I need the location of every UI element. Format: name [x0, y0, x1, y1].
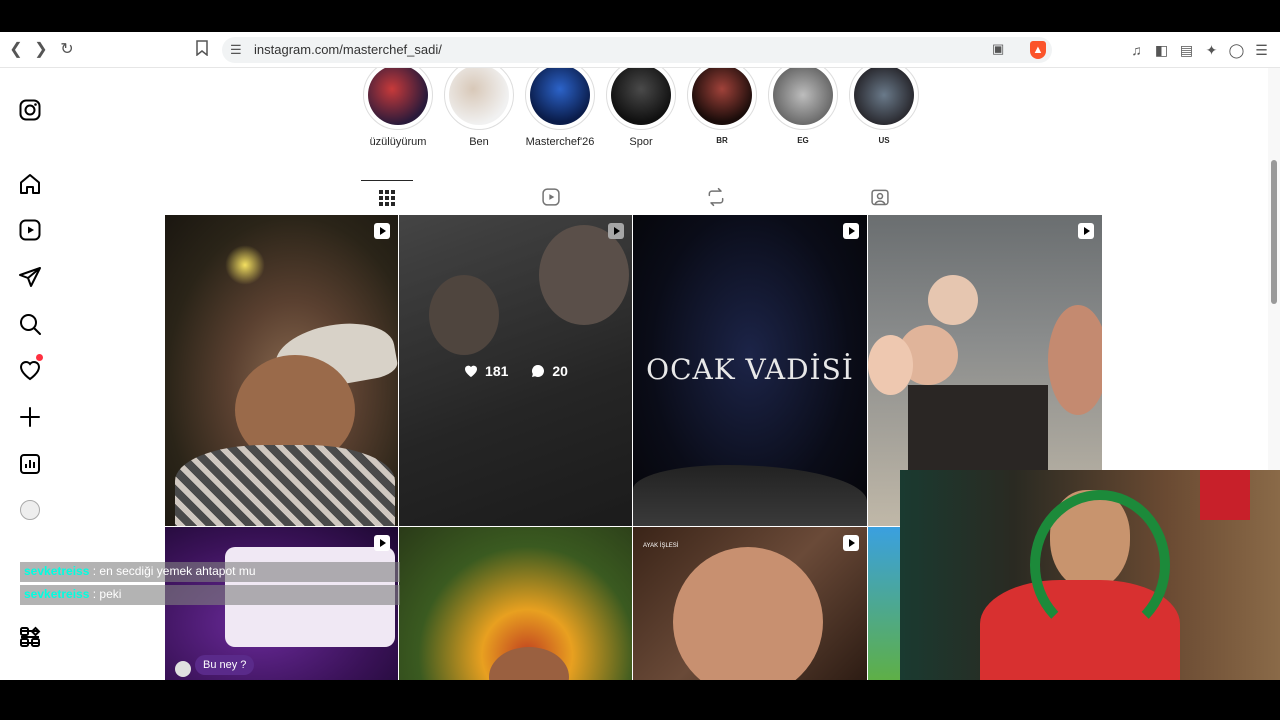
- tab-reposts[interactable]: [690, 180, 742, 214]
- notifications-heart-icon[interactable]: [18, 354, 43, 382]
- heart-icon: [465, 365, 478, 377]
- vpn-icon[interactable]: ◯: [1228, 40, 1245, 60]
- post-caption-text: AYAK İŞLESİ: [643, 543, 679, 549]
- wallet-icon[interactable]: ▤: [1178, 40, 1195, 60]
- cast-icon[interactable]: ▣: [992, 41, 1004, 57]
- brave-shield-icon[interactable]: ▲: [1030, 41, 1046, 59]
- notification-dot: [36, 354, 43, 361]
- post-hover-stats: 181 20: [399, 215, 632, 526]
- address-bar[interactable]: ☰ instagram.com/masterchef_sadi/ ▣ ▲: [222, 37, 1052, 63]
- chat-message: sevketreiss : peki: [20, 585, 400, 605]
- threads-apps-icon[interactable]: [18, 625, 42, 649]
- highlight-thumbnail: [773, 68, 833, 125]
- url-text: instagram.com/masterchef_sadi/: [254, 42, 442, 57]
- highlight-label: US: [878, 136, 890, 145]
- reel-icon: [374, 535, 390, 551]
- reel-icon: [843, 535, 859, 551]
- instagram-logo-icon[interactable]: [18, 98, 42, 122]
- post-tile[interactable]: 181 20: [399, 215, 632, 526]
- highlight-thumbnail: [611, 68, 671, 125]
- dashboard-icon[interactable]: [18, 452, 42, 476]
- drawing-bubble-text: Bu ney ?: [195, 655, 255, 675]
- reload-icon[interactable]: ↻: [57, 40, 77, 60]
- reels-icon[interactable]: [18, 218, 42, 242]
- sidebar-toggle-icon[interactable]: ◧: [1153, 40, 1170, 60]
- leo-ai-icon[interactable]: ✦: [1203, 40, 1220, 60]
- post-tile[interactable]: [399, 527, 632, 680]
- media-icon[interactable]: ♫: [1128, 40, 1145, 60]
- screen-bottom-border: [0, 680, 1280, 720]
- likes-count: 181: [463, 363, 508, 379]
- browser-toolbar: ❮ ❯ ↻ ☰ instagram.com/masterchef_sadi/ ▣…: [0, 32, 1280, 68]
- post-tile[interactable]: AYAK İŞLESİ: [633, 527, 867, 680]
- post-title-text: OCAK VADİSİ: [646, 353, 854, 386]
- highlight-item[interactable]: EG: [768, 68, 838, 145]
- search-icon[interactable]: [18, 312, 42, 336]
- reel-icon: [1078, 223, 1094, 239]
- comments-count: 20: [530, 363, 568, 379]
- reel-icon: [843, 223, 859, 239]
- messages-icon[interactable]: [18, 265, 42, 289]
- tab-tagged[interactable]: [854, 180, 906, 214]
- highlight-label: Spor: [629, 136, 653, 148]
- home-icon[interactable]: [18, 172, 42, 196]
- reels-tab-icon: [542, 188, 560, 206]
- highlight-thumbnail: [530, 68, 590, 125]
- back-icon[interactable]: ❮: [6, 40, 26, 60]
- highlight-thumbnail: [368, 68, 428, 125]
- highlight-label: üzülüyürum: [369, 136, 427, 148]
- stream-chat-overlay: sevketreiss : en secdiği yemek ahtapot m…: [20, 562, 420, 608]
- chat-message: sevketreiss : en secdiği yemek ahtapot m…: [20, 562, 400, 582]
- tab-posts[interactable]: [361, 180, 413, 214]
- screen-top-border: [0, 0, 1280, 32]
- highlight-thumbnail: [854, 68, 914, 125]
- highlight-label: BR: [716, 136, 728, 145]
- profile-avatar[interactable]: [20, 500, 40, 520]
- profile-tabs: [165, 180, 1102, 214]
- highlight-item[interactable]: Ben: [444, 68, 514, 148]
- grid-icon: [379, 189, 395, 206]
- tab-reels[interactable]: [525, 180, 577, 214]
- post-tile[interactable]: OCAK VADİSİ: [633, 215, 867, 526]
- bookmark-icon[interactable]: [192, 40, 212, 60]
- highlight-item[interactable]: Masterchef'26: [525, 68, 595, 148]
- comment-icon: [532, 364, 545, 377]
- post-tile[interactable]: [165, 215, 398, 526]
- highlight-item[interactable]: üzülüyürum: [363, 68, 433, 148]
- highlight-label: Ben: [469, 136, 489, 148]
- highlight-item[interactable]: Spor: [606, 68, 676, 148]
- highlight-thumbnail: [449, 68, 509, 125]
- highlight-label: Masterchef'26: [525, 136, 595, 148]
- scrollbar-thumb[interactable]: [1271, 160, 1277, 304]
- highlight-thumbnail: [692, 68, 752, 125]
- menu-icon[interactable]: ☰: [1253, 40, 1270, 60]
- highlight-item[interactable]: BR: [687, 68, 757, 145]
- tagged-icon: [871, 189, 889, 206]
- highlight-item[interactable]: US: [849, 68, 919, 145]
- create-plus-icon[interactable]: [18, 405, 42, 429]
- highlight-label: EG: [797, 136, 809, 145]
- page-scrollbar[interactable]: [1268, 68, 1280, 470]
- webcam-overlay: [900, 470, 1280, 690]
- site-settings-icon[interactable]: ☰: [230, 42, 242, 58]
- repost-icon: [708, 187, 724, 207]
- forward-icon[interactable]: ❯: [31, 40, 51, 60]
- reel-icon: [374, 223, 390, 239]
